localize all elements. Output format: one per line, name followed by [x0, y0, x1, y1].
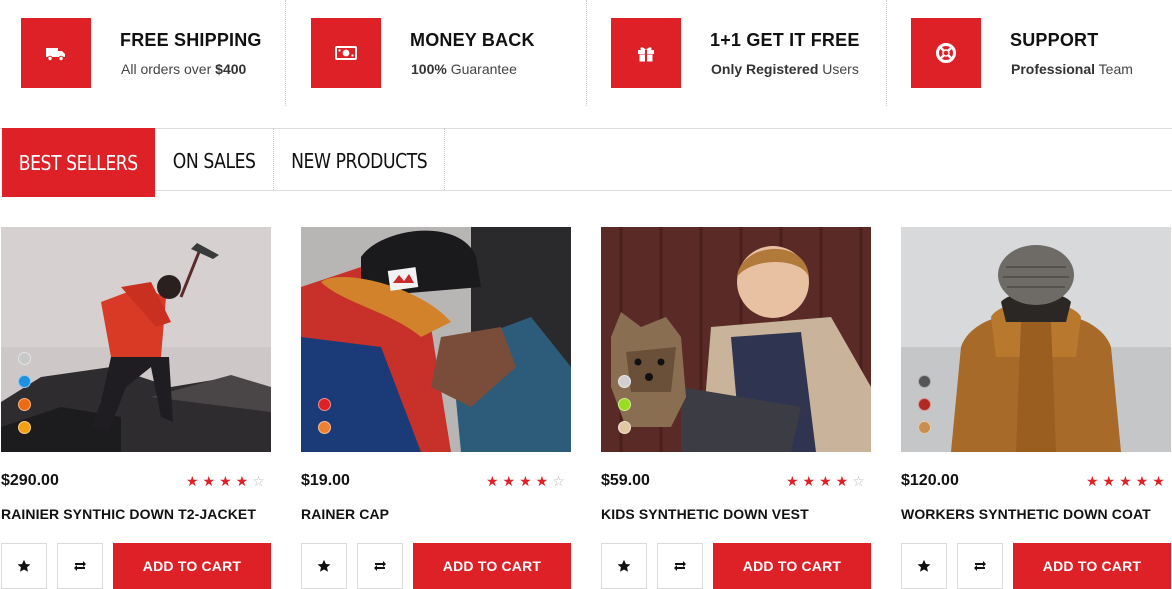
feature-title: 1+1 GET IT FREE	[710, 30, 860, 50]
feature-subtitle: 100% Guarantee	[411, 61, 517, 77]
add-to-cart-button[interactable]: ADD TO CART	[113, 543, 271, 589]
feature-free-shipping: FREE SHIPPING All orders over $400	[0, 0, 285, 106]
color-swatch[interactable]	[18, 375, 31, 388]
gift-icon	[611, 18, 681, 88]
product-image[interactable]	[301, 227, 571, 452]
star-empty-icon: ☆	[852, 473, 869, 489]
color-swatch[interactable]	[618, 375, 631, 388]
product-card: $290.00 ★★★★☆ RAINIER SYNTHIC DOWN T2-JA…	[1, 227, 273, 589]
feature-get-it-free: 1+1 GET IT FREE Only Registered Users	[587, 0, 886, 106]
repeat-icon	[74, 561, 86, 571]
product-card: $59.00 ★★★★☆ KIDS SYNTHETIC DOWN VEST AD…	[601, 227, 873, 589]
product-card: $120.00 ★★★★★ WORKERS SYNTHETIC DOWN COA…	[901, 227, 1172, 589]
star-icon: ★★★★	[786, 473, 853, 489]
star-empty-icon: ☆	[552, 473, 569, 489]
repeat-icon	[374, 561, 386, 571]
color-swatch[interactable]	[318, 398, 331, 411]
product-image[interactable]	[601, 227, 871, 452]
star-icon	[317, 559, 331, 572]
tab-new-products[interactable]: NEW PRODUCTS	[274, 128, 444, 194]
money-icon	[311, 18, 381, 88]
product-price: $120.00	[901, 472, 959, 489]
product-name[interactable]: RAINIER SYNTHIC DOWN T2-JACKET	[1, 506, 256, 522]
compare-button[interactable]	[57, 543, 103, 589]
truck-icon	[21, 18, 91, 88]
product-card: $19.00 ★★★★☆ RAINER CAP ADD TO CART	[301, 227, 573, 589]
feature-title: FREE SHIPPING	[120, 30, 262, 50]
rating-stars: ★★★★★	[1086, 473, 1169, 490]
star-icon: ★★★★	[186, 473, 253, 489]
repeat-icon	[674, 561, 686, 571]
product-price: $290.00	[1, 472, 59, 489]
compare-button[interactable]	[957, 543, 1003, 589]
wishlist-button[interactable]	[301, 543, 347, 589]
color-swatches	[618, 375, 632, 444]
star-icon	[17, 559, 31, 572]
product-image[interactable]	[1, 227, 271, 452]
feature-support: SUPPORT Professional Team	[887, 0, 1172, 106]
star-icon	[917, 559, 931, 572]
compare-button[interactable]	[357, 543, 403, 589]
color-swatch[interactable]	[618, 398, 631, 411]
feature-subtitle: Professional Team	[1011, 61, 1133, 77]
add-to-cart-button[interactable]: ADD TO CART	[413, 543, 571, 589]
product-tabs: BEST SELLERS ON SALES NEW PRODUCTS	[0, 128, 1172, 197]
repeat-icon	[974, 561, 986, 571]
color-swatch[interactable]	[918, 421, 931, 434]
star-icon	[617, 559, 631, 572]
star-icon: ★★★★	[486, 473, 553, 489]
color-swatches	[318, 398, 332, 444]
product-image[interactable]	[901, 227, 1171, 452]
product-name[interactable]: RAINER CAP	[301, 506, 389, 522]
add-to-cart-button[interactable]: ADD TO CART	[713, 543, 871, 589]
color-swatch[interactable]	[18, 421, 31, 434]
tab-on-sales[interactable]: ON SALES	[155, 128, 273, 194]
feature-money-back: MONEY BACK 100% Guarantee	[286, 0, 586, 106]
feature-title: MONEY BACK	[410, 30, 535, 50]
color-swatch[interactable]	[318, 421, 331, 434]
divider	[444, 128, 445, 190]
add-to-cart-button[interactable]: ADD TO CART	[1013, 543, 1171, 589]
color-swatch[interactable]	[918, 375, 931, 388]
feature-title: SUPPORT	[1010, 30, 1099, 50]
star-empty-icon: ☆	[252, 473, 269, 489]
color-swatch[interactable]	[18, 398, 31, 411]
feature-subtitle: Only Registered Users	[711, 61, 859, 77]
wishlist-button[interactable]	[1, 543, 47, 589]
lifebuoy-icon	[911, 18, 981, 88]
color-swatch[interactable]	[618, 421, 631, 434]
color-swatch[interactable]	[18, 352, 31, 365]
product-name[interactable]: WORKERS SYNTHETIC DOWN COAT	[901, 506, 1151, 522]
compare-button[interactable]	[657, 543, 703, 589]
color-swatches	[918, 375, 932, 444]
color-swatches	[18, 352, 32, 444]
features-strip: FREE SHIPPING All orders over $400 MONEY…	[0, 0, 1172, 106]
wishlist-button[interactable]	[901, 543, 947, 589]
feature-subtitle: All orders over $400	[121, 61, 247, 77]
product-price: $19.00	[301, 472, 350, 489]
wishlist-button[interactable]	[601, 543, 647, 589]
product-price: $59.00	[601, 472, 650, 489]
product-name[interactable]: KIDS SYNTHETIC DOWN VEST	[601, 506, 809, 522]
star-icon: ★★★★★	[1086, 473, 1169, 489]
rating-stars: ★★★★☆	[786, 473, 869, 490]
color-swatch[interactable]	[918, 398, 931, 411]
rating-stars: ★★★★☆	[486, 473, 569, 490]
rating-stars: ★★★★☆	[186, 473, 269, 490]
tab-best-sellers[interactable]: BEST SELLERS	[2, 128, 155, 197]
